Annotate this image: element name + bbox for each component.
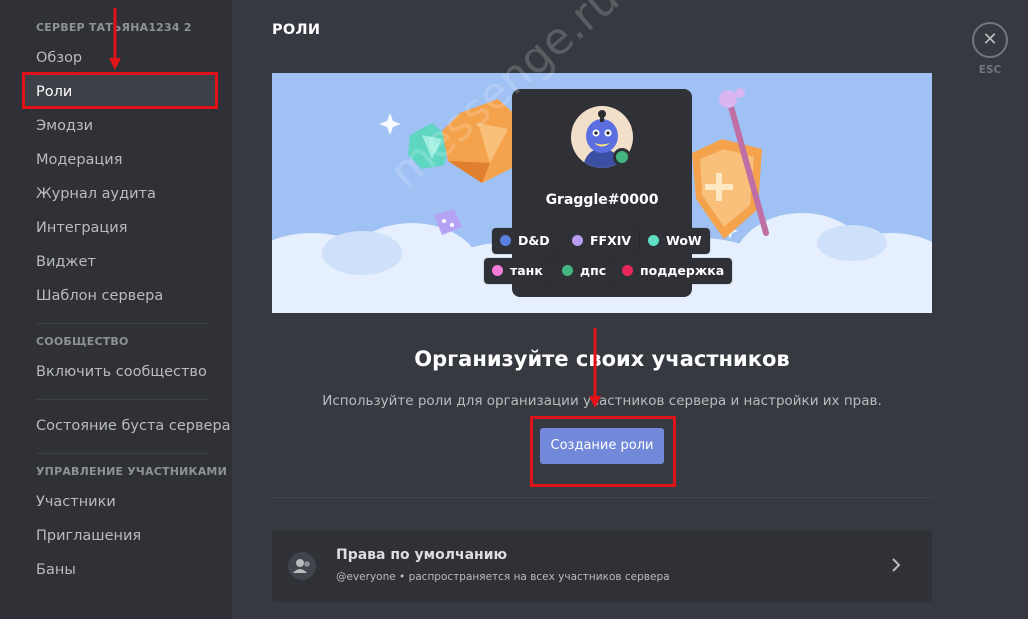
annotation-arrows: [109, 8, 601, 408]
